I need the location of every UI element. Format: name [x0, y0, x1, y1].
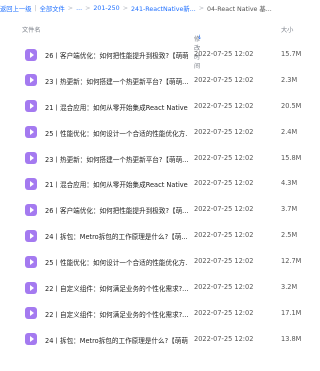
file-size: 3.7M [281, 205, 298, 214]
file-modified-time: 2022-07-25 12:02 [194, 205, 254, 214]
arrow-down-icon[interactable]: ↓ [197, 34, 202, 41]
file-modified-time: 2022-07-25 12:02 [194, 257, 254, 266]
file-size: 4.3M [281, 179, 298, 188]
breadcrumb-separator: | [34, 4, 37, 12]
file-name[interactable]: 23丨热更新：如何搭建一个热更新平台?【萌萌... [45, 154, 188, 164]
video-file-icon [25, 48, 37, 61]
file-name[interactable]: 26丨客户端优化：如何把性能提升到极致?【萌萌... [45, 50, 188, 60]
file-name[interactable]: 24丨拆包：Metro拆包的工作原理是什么?【萌... [45, 231, 188, 241]
breadcrumb-item-ellipsis[interactable]: ... [76, 5, 82, 12]
file-name[interactable]: 22丨自定义组件：如何满足业务的个性化需求?... [45, 309, 188, 319]
breadcrumb-separator: > [122, 4, 128, 12]
file-modified-time: 2022-07-25 12:02 [194, 101, 254, 110]
file-name[interactable]: 26丨客户端优化：如何把性能提升到极致?【萌... [45, 205, 188, 215]
file-name[interactable]: 21丨混合应用：如何从零开始集成React Native?... [45, 179, 188, 189]
file-modified-time: 2022-07-25 12:02 [194, 75, 254, 84]
file-name[interactable]: 21丨混合应用：如何从零开始集成React Native?... [45, 102, 188, 112]
file-name[interactable]: 25丨性能优化：如何设计一个合适的性能优化方... [45, 257, 188, 267]
file-modified-time: 2022-07-25 12:02 [194, 283, 254, 292]
file-row[interactable]: 26丨客户端优化：如何把性能提升到极致?【萌萌... 2022-07-25 12:… [0, 42, 320, 68]
file-row[interactable]: 23丨热更新：如何搭建一个热更新平台?【萌萌... 2022-07-25 12:0… [0, 68, 320, 94]
file-row[interactable]: 21丨混合应用：如何从零开始集成React Native?... 2022-07-… [0, 94, 320, 120]
file-size: 12.7M [281, 257, 302, 266]
file-modified-time: 2022-07-25 12:02 [194, 50, 254, 58]
file-size: 15.8M [281, 153, 302, 162]
file-modified-time: 2022-07-25 12:02 [194, 179, 254, 188]
file-row[interactable]: 26丨客户端优化：如何把性能提升到极致?【萌... 2022-07-25 12:0… [0, 197, 320, 223]
file-size: 17.1M [281, 308, 302, 317]
breadcrumb-item-reactnative[interactable]: 241-ReactNative新... [131, 4, 196, 13]
file-row[interactable]: 22丨自定义组件：如何满足业务的个性化需求?... 2022-07-25 12:0… [0, 301, 320, 327]
column-header-name[interactable]: 文件名 [22, 25, 41, 34]
video-file-icon [25, 100, 37, 113]
video-file-icon [25, 74, 37, 87]
file-size: 2.5M [281, 231, 298, 240]
file-size: 20.5M [281, 101, 302, 110]
file-row[interactable]: 23丨热更新：如何搭建一个热更新平台?【萌萌... 2022-07-25 12:0… [0, 146, 320, 172]
file-name[interactable]: 25丨性能优化：如何设计一个合适的性能优化方... [45, 128, 188, 138]
breadcrumb: 返回上一级 | 全部文件 > ... > 201-250 > 241-React… [0, 0, 320, 16]
video-file-icon [25, 281, 37, 294]
breadcrumb-separator: > [85, 4, 91, 12]
file-size: 3.2M [281, 283, 298, 292]
video-file-icon [25, 333, 37, 346]
file-size: 13.8M [281, 334, 302, 343]
breadcrumb-item-all-files[interactable]: 全部文件 [40, 4, 65, 13]
video-file-icon [25, 307, 37, 320]
file-size: 2.3M [281, 75, 298, 84]
file-modified-time: 2022-07-25 12:02 [194, 308, 254, 317]
breadcrumb-item-201-250[interactable]: 201-250 [93, 5, 119, 12]
video-file-icon [25, 126, 37, 139]
file-modified-time: 2022-07-25 12:02 [194, 127, 254, 136]
file-row[interactable]: 25丨性能优化：如何设计一个合适的性能优化方... 2022-07-25 12:0… [0, 120, 320, 146]
file-row[interactable]: 22丨自定义组件：如何满足业务的个性化需求?... 2022-07-25 12:0… [0, 275, 320, 301]
file-row[interactable]: 21丨混合应用：如何从零开始集成React Native?... 2022-07-… [0, 171, 320, 197]
file-row[interactable]: 25丨性能优化：如何设计一个合适的性能优化方... 2022-07-25 12:0… [0, 249, 320, 275]
file-size: 15.7M [281, 50, 302, 58]
file-name[interactable]: 23丨热更新：如何搭建一个热更新平台?【萌萌... [45, 76, 188, 86]
breadcrumb-current-folder: 04-React Native 基... [207, 5, 272, 13]
video-file-icon [25, 255, 37, 268]
file-name[interactable]: 24丨拆包：Metro拆包的工作原理是什么?【萌萌... [45, 335, 188, 345]
breadcrumb-separator: > [198, 4, 204, 12]
video-file-icon [25, 229, 37, 242]
file-size: 2.4M [281, 127, 298, 136]
breadcrumb-back-link[interactable]: 返回上一级 [0, 4, 31, 13]
file-row[interactable]: 24丨拆包：Metro拆包的工作原理是什么?【萌萌... 2022-07-25 1… [0, 327, 320, 353]
breadcrumb-separator: > [67, 4, 74, 12]
file-row[interactable]: 24丨拆包：Metro拆包的工作原理是什么?【萌... 2022-07-25 12… [0, 223, 320, 249]
video-file-icon [25, 203, 37, 216]
file-modified-time: 2022-07-25 12:02 [194, 334, 254, 343]
file-list-header: 文件名 修改时间 ↓ 大小 [0, 16, 320, 70]
file-name[interactable]: 22丨自定义组件：如何满足业务的个性化需求?... [45, 283, 188, 293]
column-header-size[interactable]: 大小 [281, 25, 293, 34]
file-list: 26丨客户端优化：如何把性能提升到极致?【萌萌... 2022-07-25 12:… [0, 42, 320, 353]
video-file-icon [25, 152, 37, 165]
file-modified-time: 2022-07-25 12:02 [194, 231, 254, 240]
video-file-icon [25, 177, 37, 190]
file-modified-time: 2022-07-25 12:02 [194, 153, 254, 162]
